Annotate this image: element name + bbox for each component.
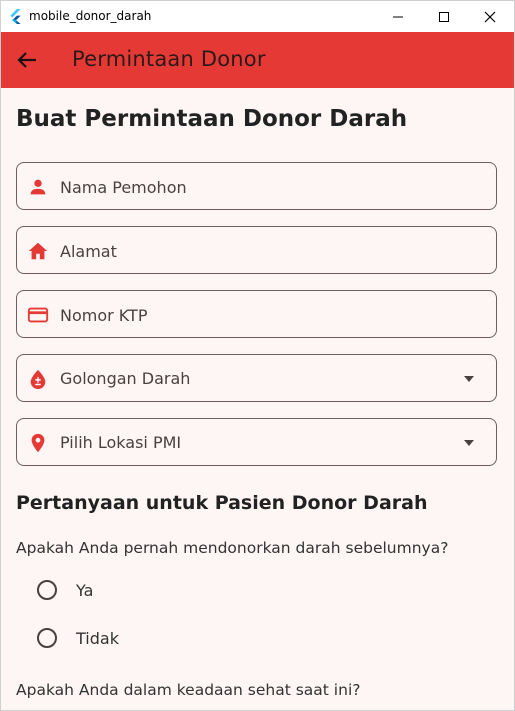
radio-label: Tidak (76, 628, 119, 648)
app-bar-title: Permintaan Donor (72, 47, 266, 71)
location-pin-icon (31, 433, 45, 453)
minimize-button[interactable] (375, 1, 421, 32)
flutter-logo-icon (10, 9, 21, 24)
address-input[interactable] (60, 239, 450, 263)
pmi-location-select[interactable]: Pilih Lokasi PMI (16, 418, 497, 466)
credit-card-icon (27, 307, 49, 323)
question-text: Apakah Anda dalam keadaan sehat saat ini… (16, 681, 361, 699)
close-button[interactable] (467, 1, 513, 32)
maximize-button[interactable] (421, 1, 467, 32)
person-icon (30, 179, 46, 195)
section-title: Pertanyaan untuk Pasien Donor Darah (16, 492, 428, 514)
name-field[interactable] (16, 162, 497, 210)
radio-button[interactable] (37, 580, 57, 600)
maximize-icon (439, 11, 449, 22)
ktp-input[interactable] (60, 303, 450, 327)
window-title: mobile_donor_darah (29, 9, 152, 23)
page-title: Buat Permintaan Donor Darah (16, 106, 408, 132)
blood-drop-icon (30, 369, 46, 390)
app-window: mobile_donor_darah Permintaan Donor Buat… (0, 0, 515, 711)
window-titlebar: mobile_donor_darah (1, 1, 514, 32)
minimize-icon (393, 16, 403, 17)
name-input[interactable] (60, 175, 450, 199)
back-arrow-icon[interactable] (13, 48, 41, 72)
form-content: Buat Permintaan Donor Darah Nama Pemohon… (1, 88, 512, 710)
close-icon (484, 11, 496, 22)
radio-button[interactable] (37, 628, 57, 648)
radio-option-tidak[interactable]: Tidak (37, 626, 119, 650)
pmi-location-value: Pilih Lokasi PMI (60, 433, 182, 452)
radio-option-ya[interactable]: Ya (37, 578, 93, 602)
blood-type-select[interactable]: Golongan Darah (16, 354, 497, 402)
blood-type-value: Golongan Darah (60, 369, 191, 388)
radio-label: Ya (76, 580, 94, 600)
dropdown-arrow-icon (464, 376, 474, 382)
question-text: Apakah Anda pernah mendonorkan darah seb… (16, 539, 449, 557)
dropdown-arrow-icon (464, 440, 474, 446)
address-field[interactable] (16, 226, 497, 274)
app-bar: Permintaan Donor (1, 32, 514, 88)
home-icon (28, 242, 48, 260)
ktp-field[interactable] (16, 290, 497, 338)
